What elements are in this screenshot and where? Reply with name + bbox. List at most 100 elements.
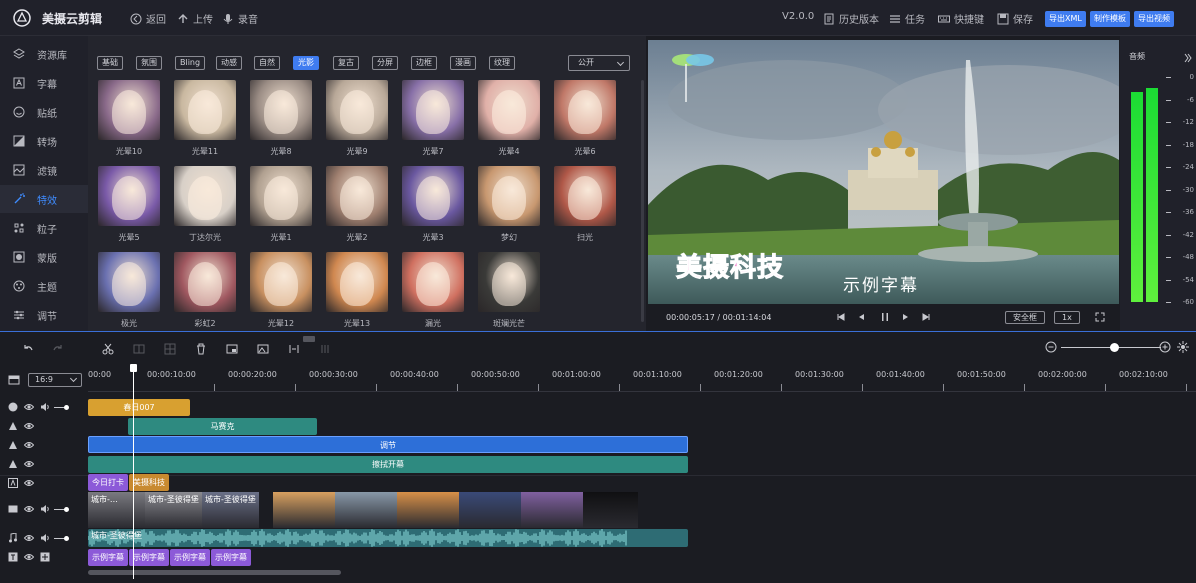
effect-clip[interactable]: 擦拭开幕 [88,456,688,473]
category-tab-5[interactable]: 光影 [293,56,319,70]
category-tab-6[interactable]: 复古 [333,56,359,70]
effect-thumbnail[interactable] [250,166,312,226]
effect-thumbnail[interactable] [402,252,464,312]
sidebar-item-7[interactable]: 蒙版 [0,243,88,271]
time-ruler[interactable]: 00:00 00:00:10:00 00:00:20:00 00:00:30:00 00… [88,364,1196,392]
sidebar-item-8[interactable]: 主题 [0,272,88,300]
category-tab-8[interactable]: 边框 [411,56,437,70]
zoom-in-icon[interactable] [1159,341,1171,353]
video-thumbnail[interactable] [335,492,397,528]
effect-thumbnail[interactable] [478,166,540,226]
eye-icon[interactable] [24,478,34,488]
effect-thumbnail[interactable] [98,252,160,312]
play-pause-icon[interactable] [880,312,890,322]
reverse-icon[interactable] [319,343,331,355]
fullscreen-icon[interactable] [1095,312,1105,322]
effect-thumbnail[interactable] [326,166,388,226]
speed-button[interactable]: 1x [1054,311,1080,324]
effect-thumbnail[interactable] [402,80,464,140]
export-video-button[interactable]: 导出视频 [1134,11,1174,27]
eye-icon[interactable] [24,504,34,514]
eye-icon[interactable] [24,421,34,431]
video-thumbnail[interactable]: 城市-圣彼得堡 [145,492,202,528]
collapse-icon[interactable] [1184,53,1192,63]
sticker-clip[interactable]: 春日007 [88,399,190,416]
video-thumbnail[interactable] [397,492,459,528]
export-xml-button[interactable]: 导出XML [1045,11,1086,27]
video-thumbnail[interactable] [459,492,521,528]
sidebar-item-5[interactable]: 特效 [0,185,88,213]
caption-clip-a[interactable]: 今日打卡 [88,474,128,491]
subtitle-clip[interactable]: 示例字幕 [170,549,210,566]
zoom-out-icon[interactable] [1045,341,1057,353]
caption-clip-b[interactable]: 美摄科技 [129,474,169,491]
tasks-button[interactable]: 任务 [889,11,925,26]
effect-thumbnail[interactable] [174,252,236,312]
skip-start-icon[interactable] [836,312,846,322]
upload-button[interactable]: 上传 [177,11,213,26]
skip-end-icon[interactable] [921,312,931,322]
undo-icon[interactable] [22,343,34,355]
video-thumbnail[interactable]: 城市-… [88,492,145,528]
sidebar-item-9[interactable]: 调节 [0,301,88,329]
image-icon[interactable] [257,343,269,355]
effect-thumbnail[interactable] [174,166,236,226]
redo-icon[interactable] [52,343,64,355]
subtitle-clip[interactable]: 示例字幕 [129,549,169,566]
effect-thumbnail[interactable] [250,252,312,312]
eye-icon[interactable] [24,440,34,450]
volume-slider-handle[interactable] [64,405,69,410]
volume-icon[interactable] [40,504,50,514]
snap-icon[interactable] [1177,341,1189,353]
effect-thumbnail[interactable] [98,80,160,140]
step-forward-icon[interactable] [901,312,911,322]
effects-scrollbar[interactable] [641,80,644,322]
grid-icon[interactable] [164,343,176,355]
category-tab-10[interactable]: 纹理 [489,56,515,70]
particle-clip[interactable]: 马赛克 [128,418,317,435]
volume-icon[interactable] [40,402,50,412]
effect-thumbnail[interactable] [250,80,312,140]
eye-icon[interactable] [24,402,34,412]
adjust-clip[interactable]: 调节 [88,436,688,453]
category-tab-3[interactable]: 动感 [216,56,242,70]
playhead[interactable] [130,364,137,579]
video-thumbnail[interactable] [521,492,583,528]
record-button[interactable]: 录音 [222,11,258,26]
volume-slider-handle[interactable] [64,507,69,512]
shortcuts-button[interactable]: 快捷键 [938,11,984,26]
step-back-icon[interactable] [856,312,866,322]
effect-thumbnail[interactable] [326,252,388,312]
volume-icon[interactable] [40,533,50,543]
sidebar-item-6[interactable]: 粒子 [0,214,88,242]
back-button[interactable]: 返回 [130,11,166,26]
split-icon[interactable] [133,343,145,355]
delete-icon[interactable] [195,343,207,355]
subtitle-clip[interactable]: 示例字幕 [211,549,251,566]
effect-thumbnail[interactable] [174,80,236,140]
sidebar-item-3[interactable]: 转场 [0,127,88,155]
timeline-scrollbar[interactable] [88,570,341,575]
sidebar-item-4[interactable]: 滤镜 [0,156,88,184]
effect-thumbnail[interactable] [402,166,464,226]
eye-icon[interactable] [24,552,34,562]
effect-thumbnail[interactable] [554,166,616,226]
visibility-dropdown[interactable]: 公开 [568,55,630,71]
sidebar-item-1[interactable]: 字幕 [0,69,88,97]
eye-icon[interactable] [24,533,34,543]
safe-frame-button[interactable]: 安全框 [1005,311,1045,324]
volume-slider-handle[interactable] [64,536,69,541]
category-tab-7[interactable]: 分屏 [372,56,398,70]
effect-thumbnail[interactable] [478,252,540,312]
effect-thumbnail[interactable] [326,80,388,140]
sidebar-item-2[interactable]: 贴纸 [0,98,88,126]
sidebar-item-0[interactable]: 资源库 [0,40,88,68]
effect-thumbnail[interactable] [98,166,160,226]
subtitle-clip[interactable]: 示例字幕 [88,549,128,566]
aspect-ratio-select[interactable]: 16:9 [28,373,82,387]
history-button[interactable]: 历史版本 [823,11,879,26]
video-thumbnail[interactable]: 城市-圣彼得堡 [202,492,259,528]
category-tab-0[interactable]: 基础 [97,56,123,70]
audio-clip[interactable]: 城市-圣彼得堡 [88,529,688,547]
freeze-frame-icon[interactable] [288,343,300,355]
